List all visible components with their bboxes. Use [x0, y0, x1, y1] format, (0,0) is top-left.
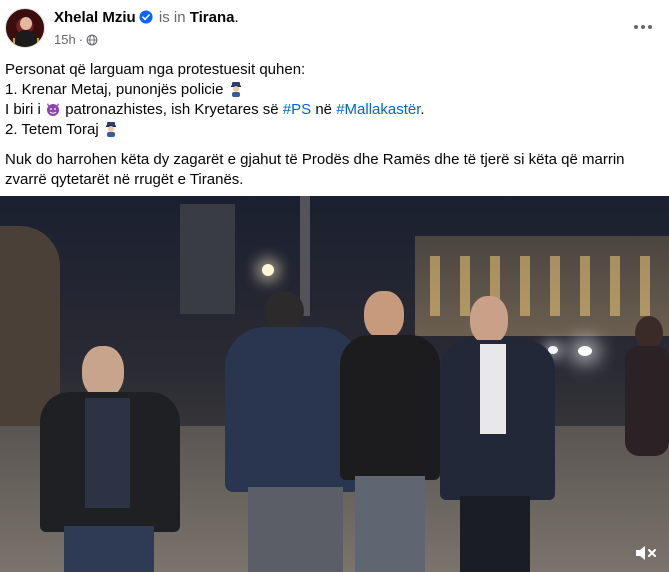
video-person [440, 296, 555, 572]
text-line-3: I biri i patronazhistes, ish Kryetares s… [5, 100, 660, 120]
place-link[interactable]: Tirana [190, 9, 235, 26]
post-text: Personat që larguam nga protestuesit quh… [5, 60, 660, 190]
text-line-4-content: 2. Tetem Toraj [5, 121, 99, 138]
smiling-devil-emoji [47, 103, 60, 116]
hashtag-ps[interactable]: #PS [283, 101, 311, 118]
place-suffix: . [234, 9, 239, 26]
is-in-text: is in [158, 9, 186, 26]
more-options-icon[interactable] [625, 14, 661, 40]
muted-speaker-icon[interactable] [633, 542, 659, 564]
text-line-3-middle: patronazhistes, ish Kryetares së [65, 101, 279, 118]
globe-icon[interactable] [86, 34, 98, 46]
police-officer-emoji [105, 122, 116, 137]
verified-badge-icon [139, 10, 153, 24]
video-person [220, 291, 360, 572]
avatar[interactable] [5, 8, 45, 48]
post-header: Xhelal Mziu is in Tirana. 15h · [0, 0, 669, 56]
video-person [625, 316, 669, 496]
text-line-3-ne: në [315, 101, 333, 118]
post-meta: 15h · [54, 32, 98, 47]
video-person [340, 291, 440, 572]
author-name[interactable]: Xhelal Mziu [54, 9, 136, 26]
text-line-3-end: . [420, 101, 425, 118]
meta-dot: · [78, 32, 84, 47]
video-person [40, 346, 180, 572]
video-car-light [578, 346, 592, 356]
text-line-1: Personat që larguam nga protestuesit quh… [5, 61, 306, 78]
text-paragraph-2: Nuk do harrohen këta dy zagarët e gjahut… [5, 151, 625, 188]
text-line-4: 2. Tetem Toraj [5, 120, 660, 140]
text-line-2: 1. Krenar Metaj, punonjës policie [5, 80, 660, 100]
text-line-2-content: 1. Krenar Metaj, punonjës policie [5, 81, 224, 98]
video-street-light [262, 264, 274, 276]
post-video[interactable] [0, 196, 669, 572]
post-time[interactable]: 15h [54, 32, 76, 47]
author-line: Xhelal Mziu is in Tirana. [54, 9, 239, 26]
hashtag-mallakaster[interactable]: #Mallakastër [336, 101, 420, 118]
police-officer-emoji [230, 82, 241, 97]
text-line-3-prefix: I biri i [5, 101, 41, 118]
